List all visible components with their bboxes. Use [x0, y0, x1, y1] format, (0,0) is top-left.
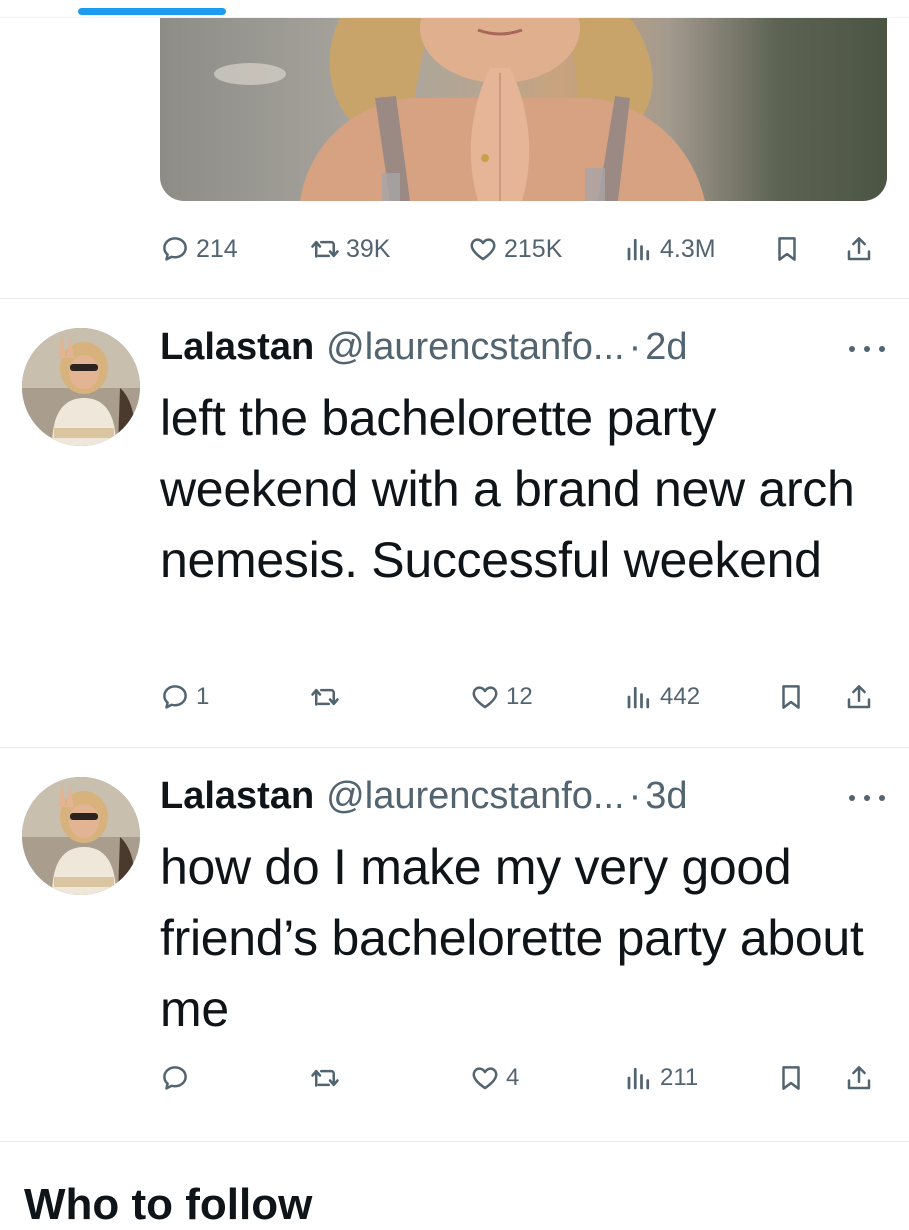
section-title-who-to-follow: Who to follow	[24, 1180, 313, 1229]
display-name[interactable]: Lalastan	[160, 775, 314, 818]
bookmark-icon	[782, 1066, 800, 1090]
separator-dot: ·	[628, 325, 642, 368]
previous-tweet-actions: 214 39K 215K 4.3M	[160, 229, 889, 269]
tweet-divider	[0, 747, 909, 748]
views-count: 211	[660, 1064, 699, 1091]
timestamp[interactable]: 3d	[645, 775, 687, 818]
active-tab-indicator	[78, 8, 226, 15]
user-handle[interactable]: @laurencstanfo...	[326, 775, 624, 818]
reply-button[interactable]: 1	[160, 677, 209, 717]
share-button[interactable]	[844, 1058, 874, 1098]
timestamp[interactable]: 2d	[645, 326, 687, 369]
bookmark-button[interactable]	[776, 677, 806, 717]
like-count: 4	[506, 1064, 520, 1091]
bookmark-icon	[782, 685, 800, 709]
reply-icon	[163, 685, 187, 709]
reply-icon	[163, 237, 187, 261]
views-icon	[627, 686, 650, 709]
views-button[interactable]: 211	[624, 1058, 698, 1098]
tweet-header: Lalastan @laurencstanfo... · 2d	[160, 323, 889, 371]
retweet-icon	[311, 1069, 339, 1087]
tweet-divider	[0, 1141, 909, 1142]
separator-dot: ·	[628, 774, 642, 817]
like-icon	[470, 238, 496, 261]
like-icon	[472, 686, 498, 709]
avatar[interactable]	[22, 328, 140, 446]
retweet-count: 39K	[346, 234, 391, 263]
reply-count: 1	[196, 683, 210, 710]
bookmark-icon	[778, 237, 796, 261]
like-count: 12	[506, 683, 533, 710]
retweet-button[interactable]: 39K	[310, 229, 390, 269]
display-name[interactable]: Lalastan	[160, 326, 314, 369]
tweet-actions: 1 12 442	[160, 677, 889, 717]
share-icon	[847, 1066, 871, 1090]
share-button[interactable]	[844, 229, 874, 269]
views-count: 442	[660, 683, 701, 710]
views-button[interactable]: 442	[624, 677, 700, 717]
retweet-icon	[311, 688, 339, 706]
like-button[interactable]: 12	[470, 677, 533, 717]
photo-illustration	[214, 18, 705, 201]
views-icon	[627, 1067, 650, 1090]
retweet-button[interactable]	[310, 677, 346, 717]
tweet-divider	[0, 298, 909, 299]
share-button[interactable]	[844, 677, 874, 717]
share-icon	[847, 237, 871, 261]
like-button[interactable]: 4	[470, 1058, 519, 1098]
tweet-header: Lalastan @laurencstanfo... · 3d	[160, 772, 889, 820]
share-icon	[847, 685, 871, 709]
views-icon	[627, 238, 650, 261]
tweet-actions: 4 211	[160, 1058, 889, 1098]
views-count: 4.3M	[660, 234, 716, 263]
views-button[interactable]: 4.3M	[624, 229, 716, 269]
avatar-photo	[22, 328, 140, 446]
avatar[interactable]	[22, 777, 140, 895]
more-icon[interactable]	[849, 339, 885, 359]
tweet-media-image[interactable]	[160, 18, 887, 201]
reply-icon	[163, 1066, 187, 1090]
user-handle[interactable]: @laurencstanfo...	[326, 326, 624, 369]
avatar-photo	[22, 777, 140, 895]
tweet-text: how do I make my very good friend’s bach…	[160, 839, 864, 1037]
reply-count: 214	[196, 234, 238, 263]
bookmark-button[interactable]	[772, 229, 802, 269]
more-icon[interactable]	[849, 788, 885, 808]
retweet-icon	[311, 240, 339, 258]
like-count: 215K	[504, 234, 563, 263]
like-button[interactable]: 215K	[468, 229, 562, 269]
reply-button[interactable]	[160, 1058, 196, 1098]
like-icon	[472, 1067, 498, 1090]
tweet-text: left the bachelorette party weekend with…	[160, 390, 855, 588]
retweet-button[interactable]	[310, 1058, 346, 1098]
reply-button[interactable]: 214	[160, 229, 238, 269]
bookmark-button[interactable]	[776, 1058, 806, 1098]
